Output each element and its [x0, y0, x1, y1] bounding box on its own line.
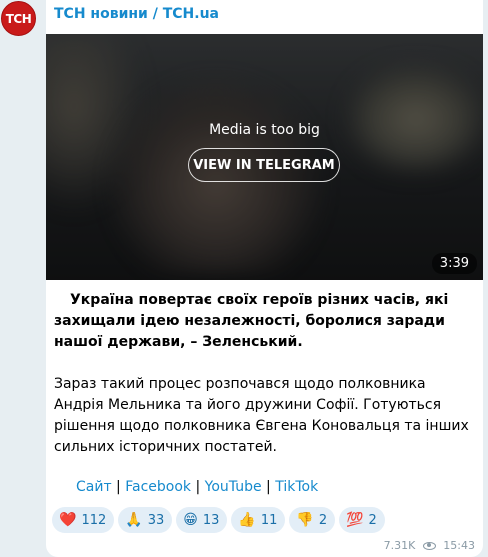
reactions-bar: ❤️ 112 🙏 33 😁 13 👍 11 👎 2 💯 2 [52, 507, 385, 533]
reaction-count: 112 [81, 512, 107, 528]
link-facebook[interactable]: Facebook [125, 479, 191, 495]
reaction-count: 2 [318, 512, 328, 528]
view-count: 7.31K [383, 539, 416, 552]
reaction-thumbs-down[interactable]: 👎 2 [289, 507, 336, 533]
reaction-heart[interactable]: ❤️ 112 [52, 507, 115, 533]
link-separator: | [191, 479, 205, 495]
avatar-text: ТСН [5, 11, 32, 26]
view-in-telegram-button[interactable]: VIEW IN TELEGRAM [188, 148, 340, 182]
video-preview[interactable]: Media is too big VIEW IN TELEGRAM 3:39 [46, 34, 483, 280]
reaction-count: 11 [260, 512, 278, 528]
media-too-big-notice: Media is too big [209, 122, 320, 138]
channel-name-link[interactable]: ТСН новини / ТСН.ua [54, 6, 219, 22]
message-paragraph-bold: Україна повертає своїх героїв різних час… [54, 292, 449, 350]
message-time: 15:43 [443, 539, 475, 552]
reaction-pray[interactable]: 🙏 33 [118, 507, 173, 533]
reaction-count: 2 [368, 512, 377, 528]
message-bubble: ТСН новини / ТСН.ua Media is too big VIE… [46, 0, 483, 557]
red-heart-icon: ❤️ [59, 512, 77, 528]
reaction-count: 33 [147, 512, 165, 528]
folded-hands-icon: 🙏 [125, 512, 143, 528]
grinning-face-icon: 😁 [183, 512, 198, 528]
thumbs-up-icon: 👍 [238, 512, 256, 528]
eye-icon [423, 541, 437, 550]
thumbs-down-icon: 👎 [296, 512, 314, 528]
reaction-hundred[interactable]: 💯 2 [339, 507, 385, 533]
link-site[interactable]: Сайт [76, 479, 112, 495]
link-separator: | [111, 479, 126, 495]
link-youtube[interactable]: YouTube [205, 479, 262, 495]
link-separator: | [261, 479, 276, 495]
message-meta: 7.31K 15:43 [384, 539, 475, 552]
hundred-points-icon: 💯 [346, 512, 364, 528]
channel-avatar[interactable]: ТСН [1, 1, 36, 36]
reaction-thumbs-up[interactable]: 👍 11 [231, 507, 286, 533]
link-tiktok[interactable]: TikTok [275, 479, 318, 495]
social-links: Сайт | Facebook | YouTube | TikTok [76, 479, 318, 495]
message-paragraph: Зараз такий процес розпочався щодо полко… [54, 376, 469, 455]
chat-scroll-edge [484, 0, 488, 557]
reaction-count: 13 [202, 512, 220, 528]
reaction-grin[interactable]: 😁 13 [176, 507, 228, 533]
video-duration-badge: 3:39 [431, 253, 477, 274]
